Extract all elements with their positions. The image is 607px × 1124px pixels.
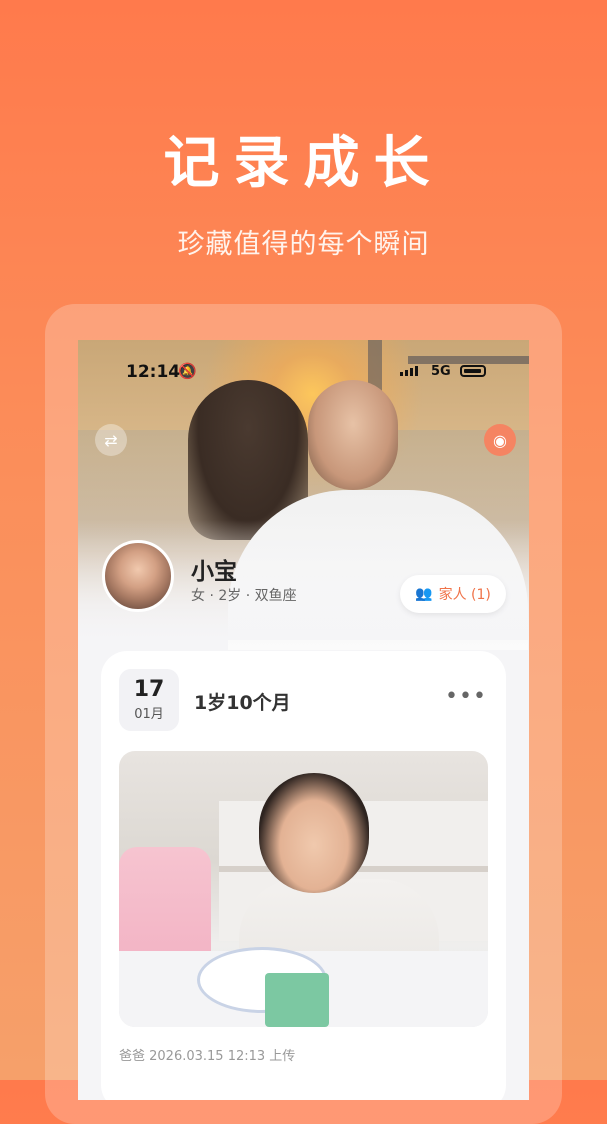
- status-bar: 12:14 🔕 5G: [78, 362, 529, 386]
- baby-name: 小宝: [191, 559, 237, 585]
- promo-subtitle: 珍藏值得的每个瞬间: [177, 229, 430, 260]
- family-button[interactable]: 👥 家人 (1): [400, 575, 506, 613]
- more-options-button[interactable]: •••: [445, 684, 487, 709]
- cover-child: [308, 380, 398, 490]
- status-time: 12:14: [126, 362, 181, 382]
- people-icon: 👥: [415, 586, 433, 602]
- baby-info: 女 · 2岁 · 双鱼座: [191, 588, 297, 604]
- photo-milk-box: [265, 973, 329, 1027]
- photo-girl-head: [259, 773, 369, 893]
- swap-icon: ⇄: [104, 430, 118, 450]
- upload-meta: 爸爸 2026.03.15 12:13 上传: [119, 1049, 296, 1064]
- avatar[interactable]: [102, 540, 174, 612]
- entry-age: 1岁10个月: [194, 692, 291, 714]
- battery-icon: [460, 365, 486, 377]
- network-type: 5G: [431, 364, 451, 379]
- timeline-card: 17 01月 1岁10个月 ••• 爸爸 2026.03.15 12:13 上传: [101, 651, 506, 1100]
- change-cover-button[interactable]: ◉: [484, 424, 516, 456]
- camera-icon: ◉: [493, 430, 507, 450]
- signal-icon: [400, 366, 418, 376]
- date-badge: 17 01月: [119, 669, 179, 731]
- date-month: 01月: [134, 707, 164, 722]
- switch-baby-button[interactable]: ⇄: [95, 424, 127, 456]
- promo-headline: 记录成长: [163, 131, 444, 196]
- app-screen: 12:14 🔕 5G ⇄ ◉ 小宝 女 · 2岁 · 双鱼座 👥 家人 (1) …: [78, 340, 529, 1100]
- entry-photo[interactable]: [119, 751, 488, 1027]
- bell-muted-icon: 🔕: [178, 362, 197, 380]
- date-day: 17: [133, 677, 165, 702]
- family-button-label: 家人 (1): [438, 587, 491, 603]
